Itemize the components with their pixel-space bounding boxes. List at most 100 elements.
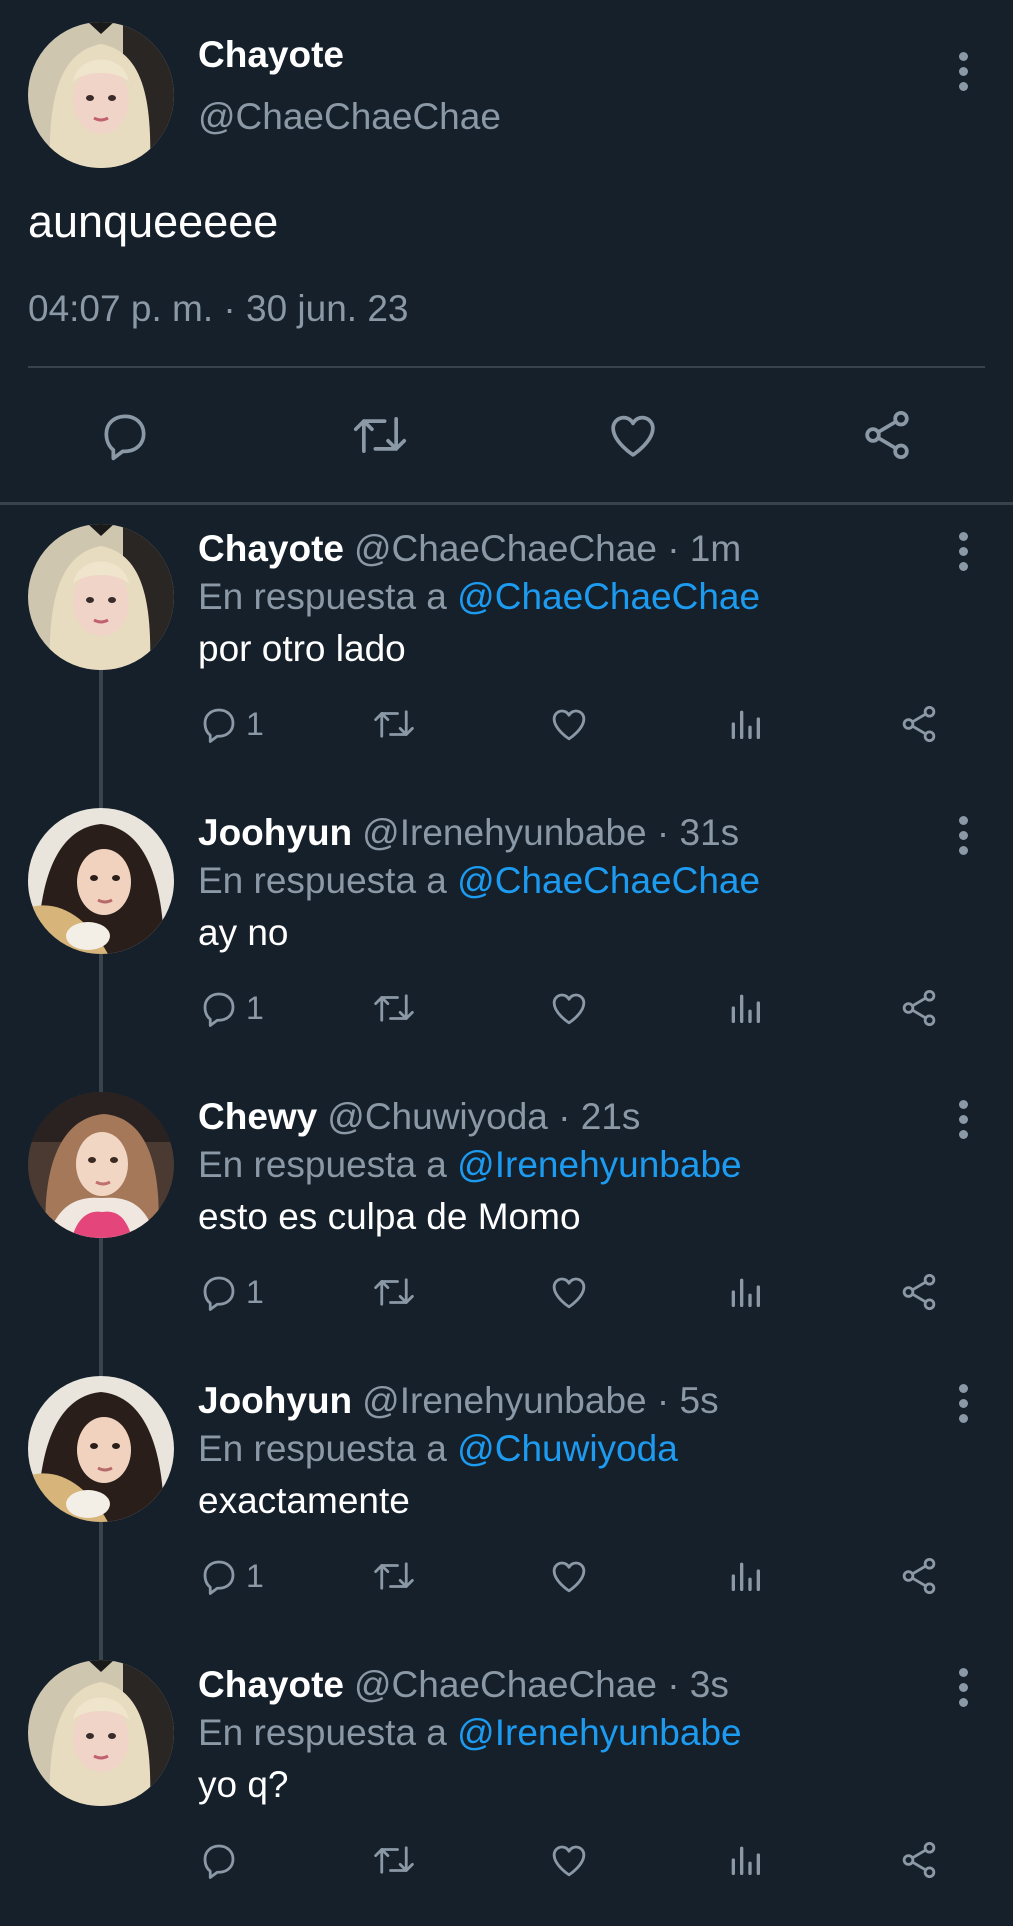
reply-tweet[interactable]: Chayote @ChaeChaeChae · 1m En respuesta a… [0, 506, 1013, 790]
retweet-button[interactable] [370, 696, 418, 752]
retweet-icon[interactable] [345, 400, 415, 470]
share-button[interactable] [898, 696, 940, 752]
tweet-timestamp: 04:07 p. m. · 30 jun. 23 [28, 288, 409, 329]
like-icon [552, 993, 586, 1025]
retweet-button[interactable] [370, 980, 418, 1036]
like-icon [552, 709, 586, 741]
author-handle[interactable]: @Irenehyunbabe [362, 1380, 646, 1421]
retweet-icon [374, 1846, 414, 1874]
author-handle[interactable]: @ChaeChaeChae [354, 1664, 657, 1705]
author-name[interactable]: Chayote [198, 34, 344, 76]
share-button[interactable] [898, 980, 940, 1036]
like-button[interactable] [548, 1548, 590, 1604]
main-tweet: Chayote @ChaeChaeChae aunqueeeee 04:07 p… [0, 0, 1013, 502]
more-options-icon[interactable] [957, 816, 969, 855]
reply-button[interactable]: 1 [198, 1264, 264, 1320]
reply-prefix: En respuesta a [198, 1144, 447, 1185]
avatar-joohyun[interactable] [28, 1376, 174, 1522]
avatar-joohyun[interactable] [28, 808, 174, 954]
reply-count: 1 [246, 1273, 264, 1310]
reply-icon [203, 1844, 235, 1879]
reply-prefix: En respuesta a [198, 1428, 447, 1469]
more-options-icon[interactable] [957, 52, 969, 91]
retweet-button[interactable] [370, 1832, 418, 1888]
reply-count: 1 [246, 989, 264, 1026]
reply-button[interactable]: 1 [198, 1548, 264, 1604]
share-button[interactable] [898, 1548, 940, 1604]
like-button[interactable] [548, 980, 590, 1036]
author-name[interactable]: Chayote [198, 1664, 344, 1705]
avatar-chewy[interactable] [28, 1092, 174, 1238]
author-handle[interactable]: @Irenehyunbabe [362, 812, 646, 853]
reply-tweet[interactable]: Chayote @ChaeChaeChae · 3s En respuesta a… [0, 1642, 1013, 1926]
avatar-chayote[interactable] [28, 22, 174, 168]
like-button[interactable] [548, 1264, 590, 1320]
more-options-icon[interactable] [957, 1668, 969, 1707]
reply-icon [203, 708, 235, 743]
reply-tweet[interactable]: Joohyun @Irenehyunbabe · 31s En respuesta… [0, 790, 1013, 1074]
more-options-icon[interactable] [957, 1384, 969, 1423]
reply-to-link[interactable]: @Chuwiyoda [457, 1428, 678, 1469]
like-icon [552, 1561, 586, 1593]
more-options-icon[interactable] [957, 532, 969, 571]
more-options-icon[interactable] [957, 1100, 969, 1139]
retweet-icon [374, 994, 414, 1022]
reply-to-link[interactable]: @ChaeChaeChae [457, 860, 760, 901]
author-name[interactable]: Chayote [198, 528, 344, 569]
reply-actions-bar: 1 [198, 696, 958, 752]
reply-tweet[interactable]: Joohyun @Irenehyunbabe · 5s En respuesta … [0, 1358, 1013, 1642]
reply-header: Joohyun @Irenehyunbabe · 31s [198, 812, 739, 854]
author-name[interactable]: Joohyun [198, 1380, 352, 1421]
reply-actions-bar: 1 [198, 1264, 958, 1320]
analytics-button[interactable] [725, 696, 765, 752]
author-handle[interactable]: @ChaeChaeChae [354, 528, 657, 569]
like-icon [552, 1277, 586, 1309]
reply-context: En respuesta a @ChaeChaeChae [198, 576, 760, 618]
avatar-chayote[interactable] [28, 1660, 174, 1806]
analytics-button[interactable] [725, 1548, 765, 1604]
retweet-button[interactable] [370, 1264, 418, 1320]
share-icon[interactable] [852, 400, 922, 470]
reply-to-link[interactable]: @Irenehyunbabe [457, 1712, 741, 1753]
like-icon[interactable] [598, 400, 668, 470]
analytics-button[interactable] [725, 1264, 765, 1320]
analytics-button[interactable] [725, 1832, 765, 1888]
author-name[interactable]: Chewy [198, 1096, 317, 1137]
reply-to-link[interactable]: @ChaeChaeChae [457, 576, 760, 617]
reply-header: Chewy @Chuwiyoda · 21s [198, 1096, 640, 1138]
author-name[interactable]: Joohyun [198, 812, 352, 853]
like-button[interactable] [548, 1832, 590, 1888]
share-icon [902, 989, 936, 1027]
author-handle[interactable]: @ChaeChaeChae [198, 96, 501, 138]
reply-button[interactable]: 1 [198, 980, 264, 1036]
reply-button[interactable]: 1 [198, 696, 264, 752]
retweet-button[interactable] [370, 1548, 418, 1604]
reply-prefix: En respuesta a [198, 860, 447, 901]
reply-button[interactable] [198, 1832, 246, 1888]
reply-time: · 3s [667, 1664, 729, 1705]
reply-icon [203, 1276, 235, 1311]
avatar-chayote[interactable] [28, 524, 174, 670]
analytics-icon [731, 1562, 760, 1591]
analytics-icon [731, 1278, 760, 1307]
author-handle[interactable]: @Chuwiyoda [327, 1096, 548, 1137]
reply-prefix: En respuesta a [198, 576, 447, 617]
like-button[interactable] [548, 696, 590, 752]
analytics-button[interactable] [725, 980, 765, 1036]
reply-actions-bar: 1 [198, 980, 958, 1036]
reply-time: · 1m [667, 528, 742, 569]
reply-tweet[interactable]: Chewy @Chuwiyoda · 21s En respuesta a @Ir… [0, 1074, 1013, 1358]
analytics-icon [731, 1846, 760, 1875]
divider [28, 366, 985, 368]
reply-context: En respuesta a @Irenehyunbabe [198, 1144, 742, 1186]
reply-icon [203, 1560, 235, 1595]
share-button[interactable] [898, 1832, 940, 1888]
share-button[interactable] [898, 1264, 940, 1320]
reply-text: por otro lado [198, 628, 406, 669]
reply-to-link[interactable]: @Irenehyunbabe [457, 1144, 741, 1185]
like-icon [552, 1845, 586, 1877]
reply-icon[interactable] [90, 400, 160, 470]
retweet-icon [374, 1278, 414, 1306]
reply-text: yo q? [198, 1764, 289, 1805]
share-icon [902, 1841, 936, 1879]
